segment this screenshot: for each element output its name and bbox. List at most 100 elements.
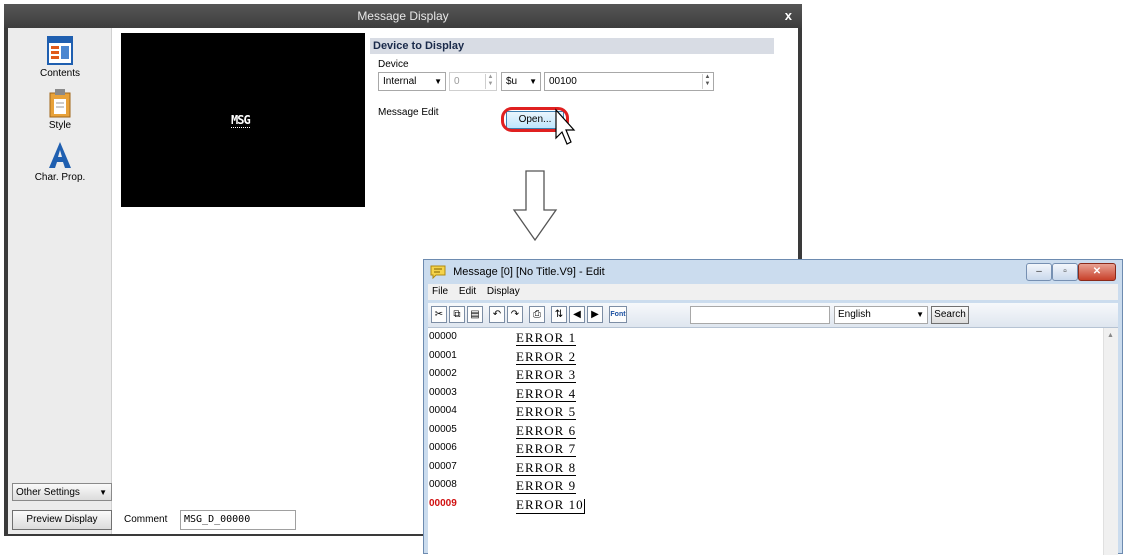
row-number: 00009 [429, 497, 457, 509]
sidebar-item-label: Char. Prop. [34, 172, 86, 183]
chevron-down-icon: ▼ [529, 77, 537, 86]
undo-icon[interactable]: ↶ [489, 306, 505, 323]
vertical-scrollbar[interactable]: ▲ [1103, 328, 1118, 555]
message-text: ERROR 2 [516, 348, 577, 365]
chevron-down-icon: ▼ [434, 77, 442, 86]
sidebar-item-char-prop[interactable]: Char. Prop. [8, 140, 112, 183]
dialog-title-bar: Message Display x [4, 4, 802, 28]
row-number: 00003 [429, 386, 457, 398]
copy-icon[interactable]: ⧉ [449, 306, 465, 323]
list-item[interactable]: ERROR 7 [516, 441, 1106, 459]
row-number: 00004 [429, 405, 457, 416]
spinner-arrows-icon[interactable]: ▲ ▼ [702, 74, 712, 89]
message-text: ERROR 9 [516, 478, 577, 494]
menu-display[interactable]: Display [487, 286, 520, 297]
message-text: ERROR 6 [516, 422, 577, 439]
list-item[interactable]: ERROR 10 [516, 497, 1106, 515]
scroll-up-icon[interactable]: ▲ [1107, 332, 1114, 339]
row-number: 00002 [429, 368, 457, 379]
message-icon [430, 265, 446, 280]
char-prop-icon [49, 142, 71, 168]
print-icon[interactable]: ⎙ [529, 306, 545, 323]
mouse-cursor-icon [555, 108, 576, 145]
device-number-value: 0 [454, 76, 460, 87]
device-address-value: 00100 [549, 76, 577, 87]
list-item[interactable]: ERROR 5 [516, 404, 1106, 422]
menu-edit[interactable]: Edit [459, 286, 476, 297]
device-prefix-select[interactable]: $u ▼ [501, 72, 541, 91]
dialog-title: Message Display [357, 9, 449, 23]
style-icon [49, 89, 71, 118]
list-item[interactable]: ERROR 4 [516, 386, 1106, 404]
jump-icon[interactable]: ⇅ [551, 306, 567, 323]
row-number: 00000 [429, 331, 457, 342]
table-row[interactable]: 00001 [428, 349, 516, 367]
message-text: ERROR 3 [516, 367, 577, 383]
arrow-left-icon[interactable]: ◀ [569, 306, 585, 323]
cut-icon[interactable]: ✂ [431, 306, 447, 323]
message-text: ERROR 1 [516, 330, 577, 346]
message-text: ERROR 7 [516, 441, 577, 457]
list-item[interactable]: ERROR 8 [516, 460, 1106, 478]
comment-input[interactable]: MSG_D_00000 [180, 510, 296, 530]
sidebar-item-contents[interactable]: Contents [8, 36, 112, 79]
message-text: ERROR 8 [516, 459, 577, 476]
menu-file[interactable]: File [432, 286, 448, 297]
edit-title-bar: Message [0] [No Title.V9] - Edit [430, 264, 605, 280]
list-item[interactable]: ERROR 9 [516, 478, 1106, 496]
message-list: 00000 00001 00002 00003 00004 00005 00006 00007… [428, 328, 1118, 555]
device-type-select[interactable]: Internal ▼ [378, 72, 446, 91]
redo-icon[interactable]: ↷ [507, 306, 523, 323]
list-item[interactable]: ERROR 3 [516, 367, 1106, 385]
preview-area: MSG [121, 33, 365, 207]
table-row[interactable]: 00000 [428, 330, 516, 348]
table-row[interactable]: 00008 [428, 478, 516, 496]
device-type-value: Internal [383, 76, 417, 87]
toolbar-text-input[interactable] [690, 306, 830, 324]
table-row[interactable]: 00009 [428, 497, 516, 515]
table-row[interactable]: 00004 [428, 404, 516, 422]
table-row[interactable]: 00007 [428, 460, 516, 478]
message-text-column: ERROR 1 ERROR 2 ERROR 3 ERROR 4 ERROR 5 ERROR… [516, 328, 1106, 555]
message-text: ERROR 4 [516, 385, 577, 402]
text-caret [583, 498, 585, 513]
toolbar: ✂ ⧉ ▤ ↶ ↷ ⎙ ⇅ ◀ ▶ Font English ▼ Search [428, 303, 1118, 328]
preview-display-button[interactable]: Preview Display [12, 510, 112, 530]
font-button[interactable]: Font [609, 306, 627, 323]
maximize-icon[interactable]: ▫ [1052, 263, 1078, 281]
message-text: ERROR 10 [516, 497, 585, 514]
message-edit-label: Message Edit [378, 107, 439, 118]
table-row[interactable]: 00002 [428, 367, 516, 385]
other-settings-label: Other Settings [16, 487, 80, 498]
message-text: ERROR 5 [516, 404, 577, 420]
device-address-input[interactable]: 00100 ▲ ▼ [544, 72, 714, 91]
table-row[interactable]: 00006 [428, 441, 516, 459]
list-item[interactable]: ERROR 2 [516, 349, 1106, 367]
arrow-right-icon[interactable]: ▶ [587, 306, 603, 323]
minimize-icon[interactable]: – [1026, 263, 1052, 281]
edit-window-title: Message [0] [No Title.V9] - Edit [453, 266, 605, 278]
row-number: 00007 [429, 460, 457, 472]
list-item[interactable]: ERROR 6 [516, 423, 1106, 441]
table-row[interactable]: 00003 [428, 386, 516, 404]
list-item[interactable]: ERROR 1 [516, 330, 1106, 348]
row-number: 00001 [429, 349, 457, 361]
sidebar-item-style[interactable]: Style [8, 88, 112, 131]
message-edit-window: Message [0] [No Title.V9] - Edit – ▫ ✕ F… [423, 259, 1123, 555]
device-label: Device [378, 59, 409, 70]
menu-bar: File Edit Display [428, 284, 1118, 300]
contents-icon [47, 36, 73, 65]
other-settings-dropdown[interactable]: Other Settings ▼ [12, 483, 112, 501]
section-header: Device to Display [370, 38, 774, 54]
table-row[interactable]: 00005 [428, 423, 516, 441]
close-icon[interactable]: ✕ [1078, 263, 1116, 281]
paste-icon[interactable]: ▤ [467, 306, 483, 323]
sidebar: Contents Style Char. Prop. Other Setting… [8, 28, 112, 534]
language-select[interactable]: English ▼ [834, 306, 928, 324]
close-icon[interactable]: x [785, 4, 792, 28]
preview-text: MSG [231, 113, 251, 128]
search-button[interactable]: Search [931, 306, 969, 324]
spinner-arrows-icon: ▲ ▼ [485, 74, 495, 89]
sidebar-item-label: Contents [39, 68, 81, 79]
chevron-down-icon: ▼ [99, 488, 107, 497]
